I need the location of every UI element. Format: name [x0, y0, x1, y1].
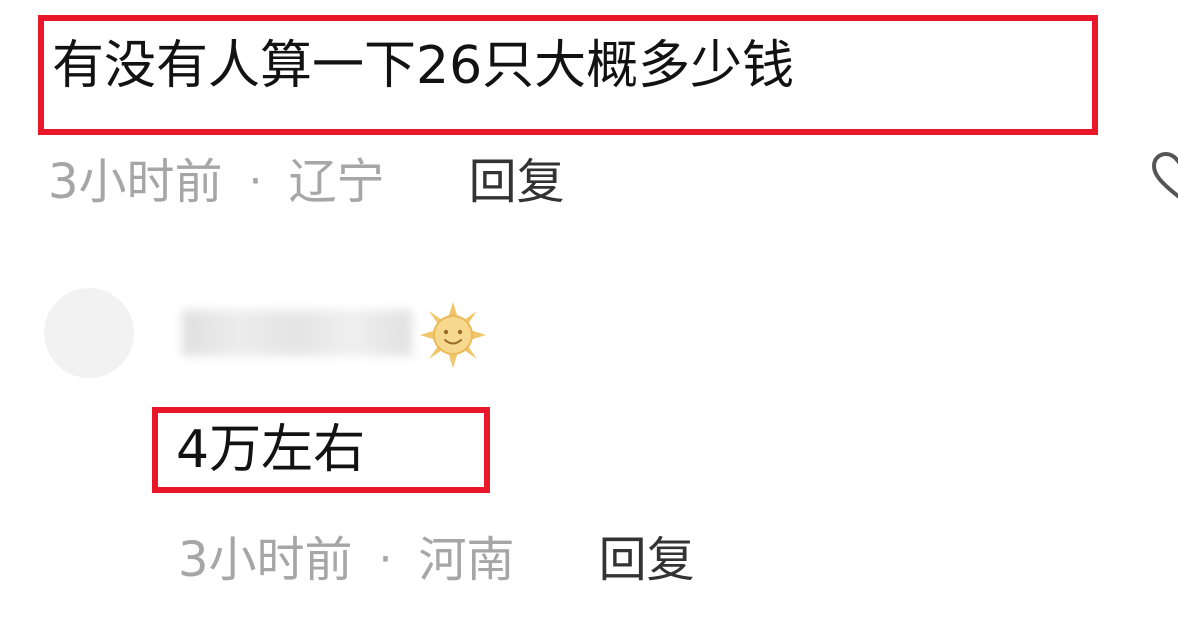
reply-comment-separator: ·: [378, 534, 393, 585]
username-blurred[interactable]: [182, 310, 412, 356]
heart-icon[interactable]: [1150, 148, 1178, 204]
reply-comment-location: 河南: [418, 532, 515, 588]
top-comment-separator: ·: [248, 156, 263, 207]
reply-comment-time: 3小时前: [178, 532, 353, 588]
top-comment-meta: 3小时前 · 辽宁 回复: [48, 152, 565, 212]
top-comment-text: 有没有人算一下26只大概多少钱: [52, 36, 795, 96]
reply-comment-meta: 3小时前 · 河南 回复: [178, 530, 695, 590]
sun-badge-icon: [418, 300, 488, 370]
reply-comment-text: 4万左右: [176, 420, 366, 480]
reply-comment-reply-button[interactable]: 回复: [599, 530, 695, 590]
avatar[interactable]: [44, 288, 134, 378]
top-comment-time: 3小时前: [48, 154, 223, 210]
top-comment-reply-button[interactable]: 回复: [469, 152, 565, 212]
top-comment-location: 辽宁: [288, 154, 385, 210]
